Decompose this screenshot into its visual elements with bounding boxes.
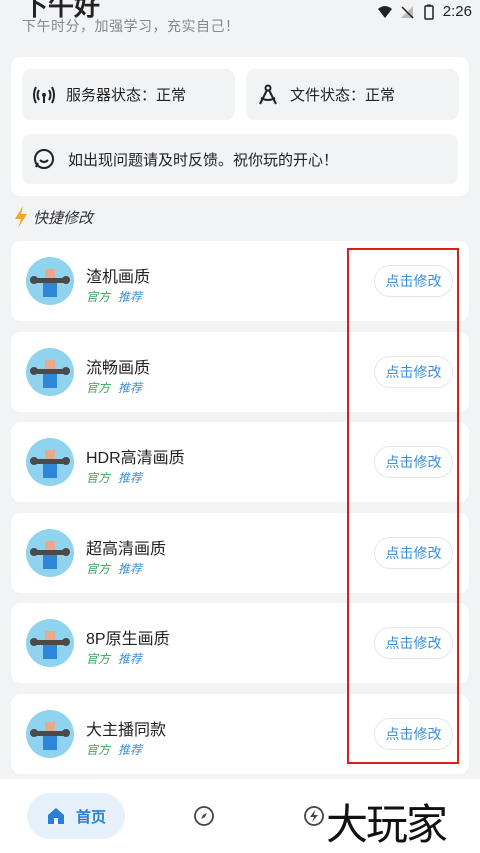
tag-official: 官方 [86,743,111,757]
preset-name: 超高清画质 [86,541,167,558]
preset-tags: 官方 推荐 [86,650,142,667]
tag-official: 官方 [86,381,111,395]
tag-recommend: 推荐 [118,471,143,485]
no-signal-icon [400,5,414,19]
lightning-bolt-icon [15,206,27,228]
preset-name: 大主播同款 [86,722,167,739]
repair-avatar-icon [26,710,74,758]
nav-home-label: 首页 [75,808,106,826]
tag-recommend: 推荐 [118,652,143,666]
bottom-nav: 首页 大玩家 [0,779,480,853]
compass-icon[interactable] [193,805,215,827]
status-time: 2:26 [442,3,472,20]
greeting-subtitle: 下午时分，加强学习，充实自己！ [22,18,240,34]
broadcast-icon [33,86,55,103]
preset-tags: 官方 推荐 [86,469,142,486]
preset-name: HDR高清画质 [86,450,185,467]
preset-tags: 官方 推荐 [86,560,142,577]
section-title: 快捷修改 [13,206,93,228]
tag-recommend: 推荐 [118,290,143,304]
preset-name: 流畅画质 [86,360,151,377]
repair-avatar-icon [26,348,74,396]
nav-home[interactable]: 首页 [27,793,125,839]
info-panel: 服务器状态：正常 文件状态：正常 如出现问题请及时反馈。祝你玩的开心！ [11,57,469,196]
highlight-annotation-box [347,248,459,764]
section-title-text: 快捷修改 [33,209,94,227]
home-icon [47,808,64,824]
feedback-text: 如出现问题请及时反馈。祝你玩的开心！ [68,151,339,169]
repair-avatar-icon [26,438,74,486]
tag-recommend: 推荐 [118,562,143,576]
wifi-icon [377,5,392,18]
server-status-card: 服务器状态：正常 [22,69,235,120]
tag-recommend: 推荐 [118,743,143,757]
watermark-logo: 大玩家 [326,800,448,849]
file-status-text: 文件状态：正常 [290,87,396,104]
lightning-icon[interactable] [303,805,325,827]
preset-tags: 官方 推荐 [86,741,142,758]
preset-name: 8P原生画质 [86,631,170,648]
preset-name: 渣机画质 [86,269,151,286]
compass-drafting-icon [259,84,277,104]
tag-recommend: 推荐 [118,381,143,395]
tag-official: 官方 [86,471,111,485]
preset-tags: 官方 推荐 [86,379,142,396]
chat-bubble-icon [34,149,54,169]
repair-avatar-icon [26,257,74,305]
tag-official: 官方 [86,562,111,576]
repair-avatar-icon [26,529,74,577]
feedback-card: 如出现问题请及时反馈。祝你玩的开心！ [22,134,458,184]
battery-icon [424,4,434,20]
tag-official: 官方 [86,290,111,304]
status-icons: 2:26 [377,3,472,20]
server-status-text: 服务器状态：正常 [66,87,187,104]
preset-tags: 官方 推荐 [86,288,142,305]
repair-avatar-icon [26,619,74,667]
tag-official: 官方 [86,652,111,666]
file-status-card: 文件状态：正常 [246,69,459,120]
